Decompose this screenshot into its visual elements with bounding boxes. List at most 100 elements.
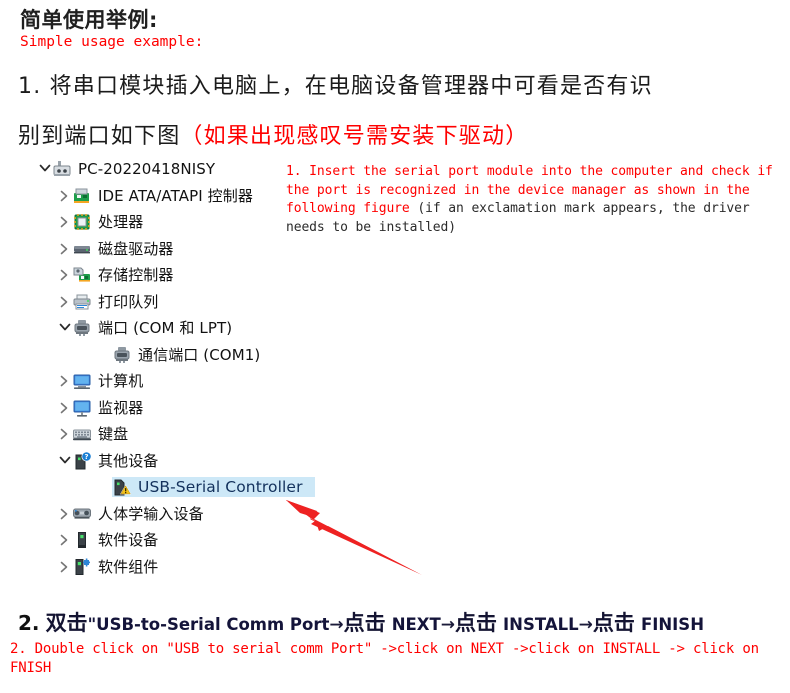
step2-finish-label: FINISH	[640, 615, 705, 634]
tree-row-content[interactable]: 监视器	[72, 398, 143, 418]
tree-row-label: 键盘	[98, 425, 129, 444]
step2-arrow-3: →	[578, 615, 593, 635]
tree-row[interactable]: 键盘	[36, 421, 376, 448]
software-device-icon	[72, 530, 92, 550]
step2-arrow-2: →	[440, 615, 455, 635]
step2-click-cn-3: 点击	[592, 611, 635, 635]
step2-install-label: INSTALL	[503, 615, 579, 634]
tree-row[interactable]: ? 其他设备	[36, 448, 376, 475]
tree-row-content[interactable]: 打印队列	[72, 292, 158, 312]
computer-root-icon	[52, 159, 72, 179]
tree-row[interactable]: 监视器	[36, 395, 376, 422]
tree-row-label: 存储控制器	[98, 266, 174, 285]
tree-row-label: 计算机	[98, 372, 144, 391]
step1-line2-black: 别到端口如下图	[18, 124, 181, 149]
device-manager-tree[interactable]: PC-20220418NISY IDE ATA/ATAPI 控制器 处理器磁盘驱动器…	[36, 156, 376, 580]
other-device-question-icon: ?	[72, 451, 92, 471]
tree-row[interactable]: 磁盘驱动器	[36, 236, 376, 263]
tree-row-content[interactable]: 计算机	[72, 371, 143, 391]
processor-icon	[72, 212, 92, 232]
tree-row[interactable]: 存储控制器	[36, 262, 376, 289]
monitor-icon	[72, 398, 92, 418]
tree-row[interactable]: 软件组件	[36, 554, 376, 581]
tree-row-label: 处理器	[98, 213, 144, 232]
tree-row-content[interactable]: 存储控制器	[72, 265, 174, 285]
svg-text:?: ?	[84, 453, 88, 461]
tree-row-label: 监视器	[98, 398, 144, 417]
tree-row-content[interactable]: PC-20220418NISY	[52, 159, 215, 179]
tree-row[interactable]: 处理器	[36, 209, 376, 236]
tree-row-label: 端口 (COM 和 LPT)	[98, 319, 233, 338]
chevron-right-icon[interactable]	[56, 421, 72, 447]
tree-row-content[interactable]: 处理器	[72, 212, 143, 232]
chevron-right-icon[interactable]	[56, 527, 72, 553]
tree-row-content[interactable]: 端口 (COM 和 LPT)	[72, 318, 232, 338]
tree-row[interactable]: 软件设备	[36, 527, 376, 554]
step2-next-label: NEXT	[391, 615, 441, 634]
tree-row-content[interactable]: 人体学输入设备	[72, 504, 204, 524]
disk-drive-icon	[72, 239, 92, 259]
chevron-right-icon[interactable]	[56, 262, 72, 288]
computer-icon	[72, 371, 92, 391]
tree-row-label: USB-Serial Controller	[138, 478, 303, 497]
port-icon	[72, 318, 92, 338]
tree-row[interactable]: 人体学输入设备	[36, 501, 376, 528]
tree-row-content[interactable]: 软件设备	[72, 530, 158, 550]
tree-row-label: PC-20220418NISY	[78, 160, 216, 179]
chevron-right-icon[interactable]	[56, 183, 72, 209]
chevron-down-icon[interactable]	[36, 156, 52, 182]
chevron-down-icon[interactable]	[56, 315, 72, 341]
tree-row[interactable]: 端口 (COM 和 LPT)	[36, 315, 376, 342]
step2-number: 2.	[18, 611, 40, 635]
step2-arrow-1: →	[329, 615, 344, 635]
step2-doubleclick-cn: 双击	[45, 611, 88, 635]
tree-row-content[interactable]: 通信端口 (COM1)	[112, 345, 260, 365]
tree-row-content[interactable]: USB-Serial Controller	[112, 477, 315, 498]
print-queue-icon	[72, 292, 92, 312]
chevron-right-icon[interactable]	[56, 554, 72, 580]
tree-row-content[interactable]: ? 其他设备	[72, 451, 158, 471]
chevron-right-icon[interactable]	[56, 368, 72, 394]
tree-row[interactable]: PC-20220418NISY	[36, 156, 376, 183]
tree-row-label: 人体学输入设备	[98, 504, 204, 523]
page-title-cn: 简单使用举例:	[20, 8, 158, 32]
tree-row-label: 其他设备	[98, 451, 159, 470]
page-title-en: Simple usage example:	[20, 34, 204, 50]
tree-row-content[interactable]: 键盘	[72, 424, 128, 444]
chevron-right-icon[interactable]	[56, 289, 72, 315]
step2-line-en: 2. Double click on "USB to serial comm P…	[10, 641, 759, 676]
step1-line1-cn: 1. 将串口模块插入电脑上，在电脑设备管理器中可看是否有识	[18, 74, 653, 99]
step1-line2-red: （如果出现感叹号需安装下驱动）	[180, 124, 529, 149]
ide-controller-icon	[72, 186, 92, 206]
tree-row-content[interactable]: IDE ATA/ATAPI 控制器	[72, 186, 253, 206]
tree-row-content[interactable]: 软件组件	[72, 557, 158, 577]
unknown-device-warning-icon	[112, 477, 132, 497]
chevron-right-icon[interactable]	[56, 501, 72, 527]
port-icon	[112, 345, 132, 365]
tree-row-label: 打印队列	[98, 292, 159, 311]
chevron-down-icon[interactable]	[56, 448, 72, 474]
storage-controller-icon	[72, 265, 92, 285]
tree-row[interactable]: IDE ATA/ATAPI 控制器	[36, 183, 376, 210]
tree-row-label: IDE ATA/ATAPI 控制器	[98, 186, 253, 205]
hid-icon	[72, 504, 92, 524]
chevron-right-icon[interactable]	[56, 236, 72, 262]
step2-port-name: USB-to-Serial Comm Port	[96, 615, 330, 634]
software-component-icon	[72, 557, 92, 577]
step1-line2-cn: 别到端口如下图（如果出现感叹号需安装下驱动）	[18, 118, 528, 150]
step2-quote: "	[87, 615, 97, 634]
step2-click-cn-1: 点击	[343, 611, 386, 635]
step2-line-cn: 2. 双击"USB-to-Serial Comm Port→点击 NEXT→点击…	[18, 607, 704, 637]
tree-row[interactable]: 计算机	[36, 368, 376, 395]
tree-row-content[interactable]: 磁盘驱动器	[72, 239, 174, 259]
tree-row-label: 软件组件	[98, 557, 159, 576]
tree-row-label: 磁盘驱动器	[98, 239, 174, 258]
tree-row[interactable]: 打印队列	[36, 289, 376, 316]
tree-row-label: 通信端口 (COM1)	[138, 345, 261, 364]
tree-row[interactable]: 通信端口 (COM1)	[36, 342, 376, 369]
chevron-right-icon[interactable]	[56, 209, 72, 235]
tree-row-label: 软件设备	[98, 531, 159, 550]
tree-row[interactable]: USB-Serial Controller	[36, 474, 376, 501]
chevron-right-icon[interactable]	[56, 395, 72, 421]
step2-click-cn-2: 点击	[455, 611, 497, 635]
